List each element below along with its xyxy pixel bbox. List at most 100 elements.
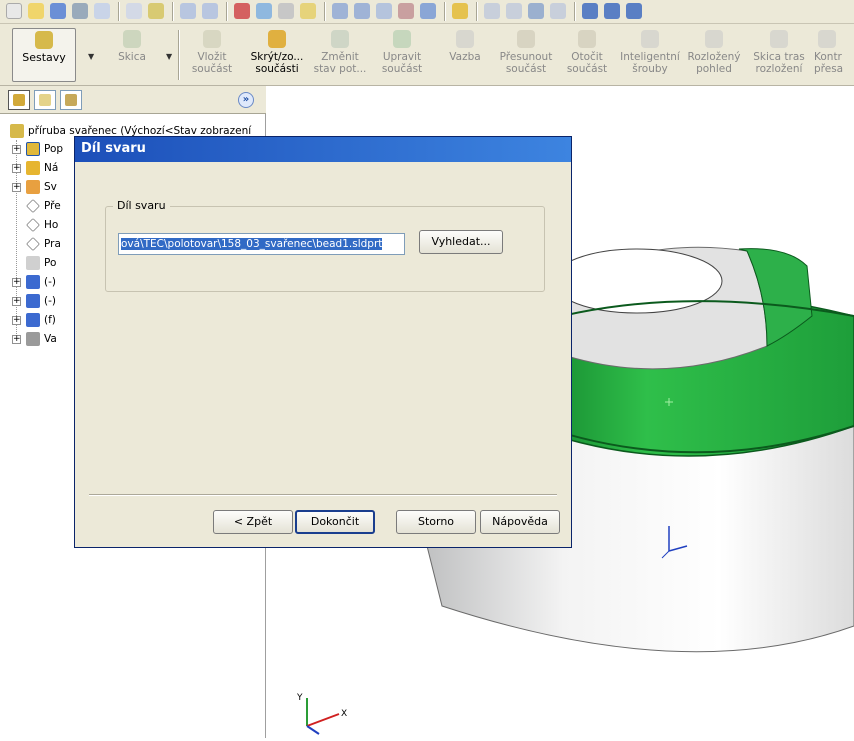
sketch-icon[interactable] — [234, 3, 250, 19]
section-icon[interactable] — [398, 3, 414, 19]
cmd-label: Kontr — [814, 51, 842, 63]
insert-component-button[interactable]: Vložit součást — [184, 28, 240, 82]
expand-toggle-icon[interactable]: + — [12, 164, 21, 173]
mate-button[interactable]: Vazba — [438, 28, 492, 82]
smart-dim-icon[interactable] — [278, 3, 294, 19]
pan-icon[interactable] — [452, 3, 468, 19]
smart-fasteners-icon — [641, 30, 659, 48]
groupbox-label: Díl svaru — [113, 199, 170, 212]
explode-line-sketch-button[interactable]: Skica tras rozložení — [750, 28, 808, 82]
hide-show-components-icon — [268, 30, 286, 48]
expand-toggle-icon[interactable]: + — [12, 316, 21, 325]
standard-toolbar — [0, 0, 854, 24]
options-icon[interactable] — [180, 3, 196, 19]
expand-panel-button[interactable]: » — [238, 92, 254, 108]
design-binder-icon — [26, 161, 40, 175]
insert-component-icon — [203, 30, 221, 48]
measure-icon[interactable] — [300, 3, 316, 19]
hide-icon[interactable] — [332, 3, 348, 19]
interference-check-button[interactable]: Kontr přesa — [814, 28, 854, 82]
sketch-tab-button[interactable]: Skica — [104, 28, 160, 82]
rotate-component-icon — [578, 30, 596, 48]
dialog-title: Díl svaru — [81, 141, 146, 156]
exploded-view-button[interactable]: Rozložený pohled — [684, 28, 744, 82]
back-button[interactable]: < Zpět — [213, 510, 293, 534]
zoom-out-icon[interactable] — [604, 3, 620, 19]
finish-button[interactable]: Dokončit — [295, 510, 375, 534]
perspective-icon[interactable] — [550, 3, 566, 19]
move-component-button[interactable]: Přesunout součást — [496, 28, 556, 82]
path-value-selected: ová\TEC\polotovar\158_03_svařenec\bead1.… — [121, 238, 383, 250]
rotate-icon[interactable] — [420, 3, 436, 19]
dropdown-arrow-icon[interactable]: ▼ — [166, 52, 172, 61]
configuration-manager-icon — [65, 94, 77, 106]
weld-part-path-field[interactable]: ová\TEC\polotovar\158_03_svařenec\bead1.… — [118, 233, 405, 255]
save-icon[interactable] — [50, 3, 66, 19]
toolbar-separator — [444, 2, 446, 21]
assemblies-label: Sestavy — [22, 51, 66, 64]
wireframe-icon[interactable] — [484, 3, 500, 19]
edit-component-icon — [393, 30, 411, 48]
cmd-label-2: přesa — [814, 63, 844, 75]
hidden-lines-icon[interactable] — [506, 3, 522, 19]
feature-manager-icon — [13, 94, 25, 106]
hide-show-components-button[interactable]: Skrýt/zo... součásti — [244, 28, 310, 82]
expand-toggle-icon[interactable]: + — [12, 183, 21, 192]
open-icon[interactable] — [28, 3, 44, 19]
zoom-fit-icon[interactable] — [202, 3, 218, 19]
smart-fasteners-button[interactable]: Inteligentní šrouby — [620, 28, 680, 82]
origin-icon — [26, 256, 40, 270]
print-icon[interactable] — [72, 3, 88, 19]
shaded-icon[interactable] — [528, 3, 544, 19]
move-component-icon — [517, 30, 535, 48]
tree-item-label: Sv — [44, 181, 57, 193]
mate-icon — [456, 30, 474, 48]
cmd-label: Změnit — [321, 51, 359, 63]
exploded-view-icon — [705, 30, 723, 48]
relation-icon[interactable] — [256, 3, 272, 19]
help-button[interactable]: Nápověda — [480, 510, 560, 534]
cancel-button[interactable]: Storno — [396, 510, 476, 534]
expand-toggle-icon[interactable]: + — [12, 297, 21, 306]
cmd-label: Skrýt/zo... — [250, 51, 304, 63]
dialog-titlebar[interactable]: Díl svaru — [75, 137, 571, 162]
panel-tabs: » — [0, 86, 266, 114]
new-icon[interactable] — [6, 3, 22, 19]
cmd-label-2: rozložení — [755, 63, 803, 75]
dropdown-arrow-icon[interactable]: ▼ — [88, 52, 94, 61]
rebuild-icon[interactable] — [148, 3, 164, 19]
annotations-icon — [26, 142, 40, 156]
tree-item-label: Po — [44, 257, 57, 269]
cmd-label: Přesunout — [499, 51, 553, 63]
axis-y-label: Y — [296, 693, 303, 703]
cmd-label-2: součást — [566, 63, 608, 75]
tab-configuration-manager[interactable] — [60, 90, 82, 110]
zoom-in-icon[interactable] — [582, 3, 598, 19]
display-icon[interactable] — [354, 3, 370, 19]
view-icon[interactable] — [376, 3, 392, 19]
zoom-area-icon[interactable] — [626, 3, 642, 19]
change-suppression-button[interactable]: Změnit stav pot... — [312, 28, 368, 82]
rotate-component-button[interactable]: Otočit součást — [562, 28, 612, 82]
toolbar-separator — [476, 2, 478, 21]
cmd-label-2: součást — [381, 63, 423, 75]
expand-toggle-icon[interactable]: + — [12, 278, 21, 287]
undo-icon[interactable] — [94, 3, 110, 19]
mates-icon — [26, 332, 40, 346]
expand-toggle-icon[interactable]: + — [12, 145, 21, 154]
tree-item-label: Ho — [44, 219, 59, 231]
cmd-label: Rozložený — [687, 51, 741, 63]
browse-button[interactable]: Vyhledat... — [419, 230, 503, 254]
cmd-label-2: součást — [191, 63, 233, 75]
plane-icon — [26, 218, 40, 232]
expand-toggle-icon[interactable]: + — [12, 335, 21, 344]
axis-x-label: X — [341, 709, 347, 719]
weld-part-dialog: Díl svaru Díl svaru ová\TEC\polotovar\15… — [74, 136, 572, 548]
tree-item-label: Ná — [44, 162, 59, 174]
tab-property-manager[interactable] — [34, 90, 56, 110]
edit-component-button[interactable]: Upravit součást — [374, 28, 430, 82]
assemblies-tab-button[interactable]: Sestavy — [12, 28, 76, 82]
tab-feature-manager[interactable] — [8, 90, 30, 110]
select-icon[interactable] — [126, 3, 142, 19]
cmd-label-2: součásti — [255, 63, 299, 75]
